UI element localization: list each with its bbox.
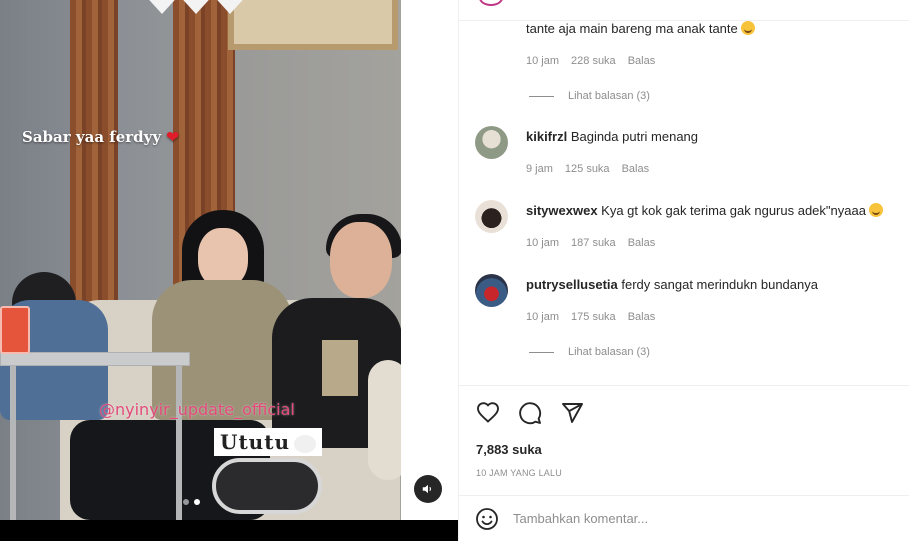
- comment-time[interactable]: 10 jam: [526, 311, 559, 323]
- drink-glass: [0, 306, 30, 354]
- reply-button[interactable]: Balas: [628, 237, 656, 249]
- carousel-dot[interactable]: [183, 499, 189, 505]
- comment-icon[interactable]: [517, 400, 543, 426]
- table-leg: [176, 366, 182, 520]
- add-comment-bar: [459, 495, 909, 541]
- post-timestamp[interactable]: 10 JAM YANG LALU: [476, 468, 562, 478]
- media-bottom-bar: [0, 520, 458, 541]
- carousel-dots: [183, 499, 200, 505]
- mute-button[interactable]: [414, 475, 442, 503]
- comments-panel: tante aja main bareng ma anak tante 10 j…: [458, 0, 909, 541]
- video-caption: Sabar yaa ferdyy ❤: [22, 128, 179, 146]
- sticker-text: Ututu: [214, 428, 322, 456]
- view-replies-button[interactable]: Lihat balasan (3): [529, 90, 650, 102]
- smiling-face-emoji-icon: [740, 21, 755, 35]
- comment-text: kikifrzl Baginda putri menang: [526, 129, 699, 144]
- comment-text: putrysellusetia ferdy sangat merindukn b…: [526, 277, 818, 292]
- avatar[interactable]: [475, 126, 508, 159]
- reply-button[interactable]: Balas: [628, 55, 656, 67]
- speaker-muted-icon: [422, 484, 431, 494]
- laughing-face-emoji-icon: [868, 203, 883, 217]
- emoji-icon[interactable]: [475, 507, 499, 531]
- carousel-dot-active[interactable]: [194, 499, 200, 505]
- comment-time[interactable]: 10 jam: [526, 237, 559, 249]
- post-media[interactable]: Sabar yaa ferdyy ❤ @nyinyir_update_offic…: [0, 0, 401, 520]
- watermark-text: @nyinyir_update_official: [99, 400, 295, 419]
- red-heart-icon: ❤: [166, 128, 179, 146]
- comment-text: sitywexwex Kya gt kok gak terima gak ngu…: [526, 203, 883, 218]
- woman-face: [198, 228, 248, 288]
- comment-likes[interactable]: 187 suka: [571, 237, 616, 249]
- comment-likes[interactable]: 228 suka: [571, 55, 616, 67]
- comment-username[interactable]: putrysellusetia: [526, 277, 618, 292]
- avatar[interactable]: [475, 200, 508, 233]
- comment-username[interactable]: sitywexwex: [526, 203, 598, 218]
- share-icon[interactable]: [559, 400, 585, 426]
- sofa-arm: [368, 360, 401, 480]
- comment-meta: 10 jam 175 suka Balas: [526, 311, 655, 323]
- curtain-left: [70, 0, 118, 330]
- side-table: [0, 352, 190, 366]
- divider: [459, 385, 909, 386]
- comment-text: tante aja main bareng ma anak tante: [526, 21, 755, 36]
- man-face: [330, 222, 392, 298]
- table-leg: [10, 366, 16, 520]
- avatar[interactable]: [475, 274, 508, 307]
- comment-meta: 9 jam 125 suka Balas: [526, 163, 649, 175]
- woman-body: [152, 280, 292, 420]
- avatar[interactable]: [479, 0, 503, 6]
- sneaker: [212, 458, 322, 514]
- hearts-decoration: [148, 0, 244, 14]
- comment-input[interactable]: [513, 511, 873, 526]
- action-bar: [475, 400, 585, 426]
- comment-likes[interactable]: 175 suka: [571, 311, 616, 323]
- likes-count[interactable]: 7,883 suka: [476, 442, 542, 457]
- comment-meta: 10 jam 187 suka Balas: [526, 237, 655, 249]
- shirt-pocket: [322, 340, 358, 396]
- view-replies-button[interactable]: Lihat balasan (3): [529, 346, 650, 358]
- comment-time[interactable]: 10 jam: [526, 55, 559, 67]
- comment-username[interactable]: kikifrzl: [526, 129, 567, 144]
- divider-line: [529, 351, 554, 353]
- wall-frame: [228, 0, 398, 50]
- comment-meta: 10 jam 228 suka Balas: [526, 55, 655, 67]
- reply-button[interactable]: Balas: [628, 311, 656, 323]
- comment-likes[interactable]: 125 suka: [565, 163, 610, 175]
- divider-line: [529, 95, 554, 97]
- reply-button[interactable]: Balas: [622, 163, 650, 175]
- heart-icon[interactable]: [475, 400, 501, 426]
- media-gutter: [401, 0, 458, 520]
- comment-time[interactable]: 9 jam: [526, 163, 553, 175]
